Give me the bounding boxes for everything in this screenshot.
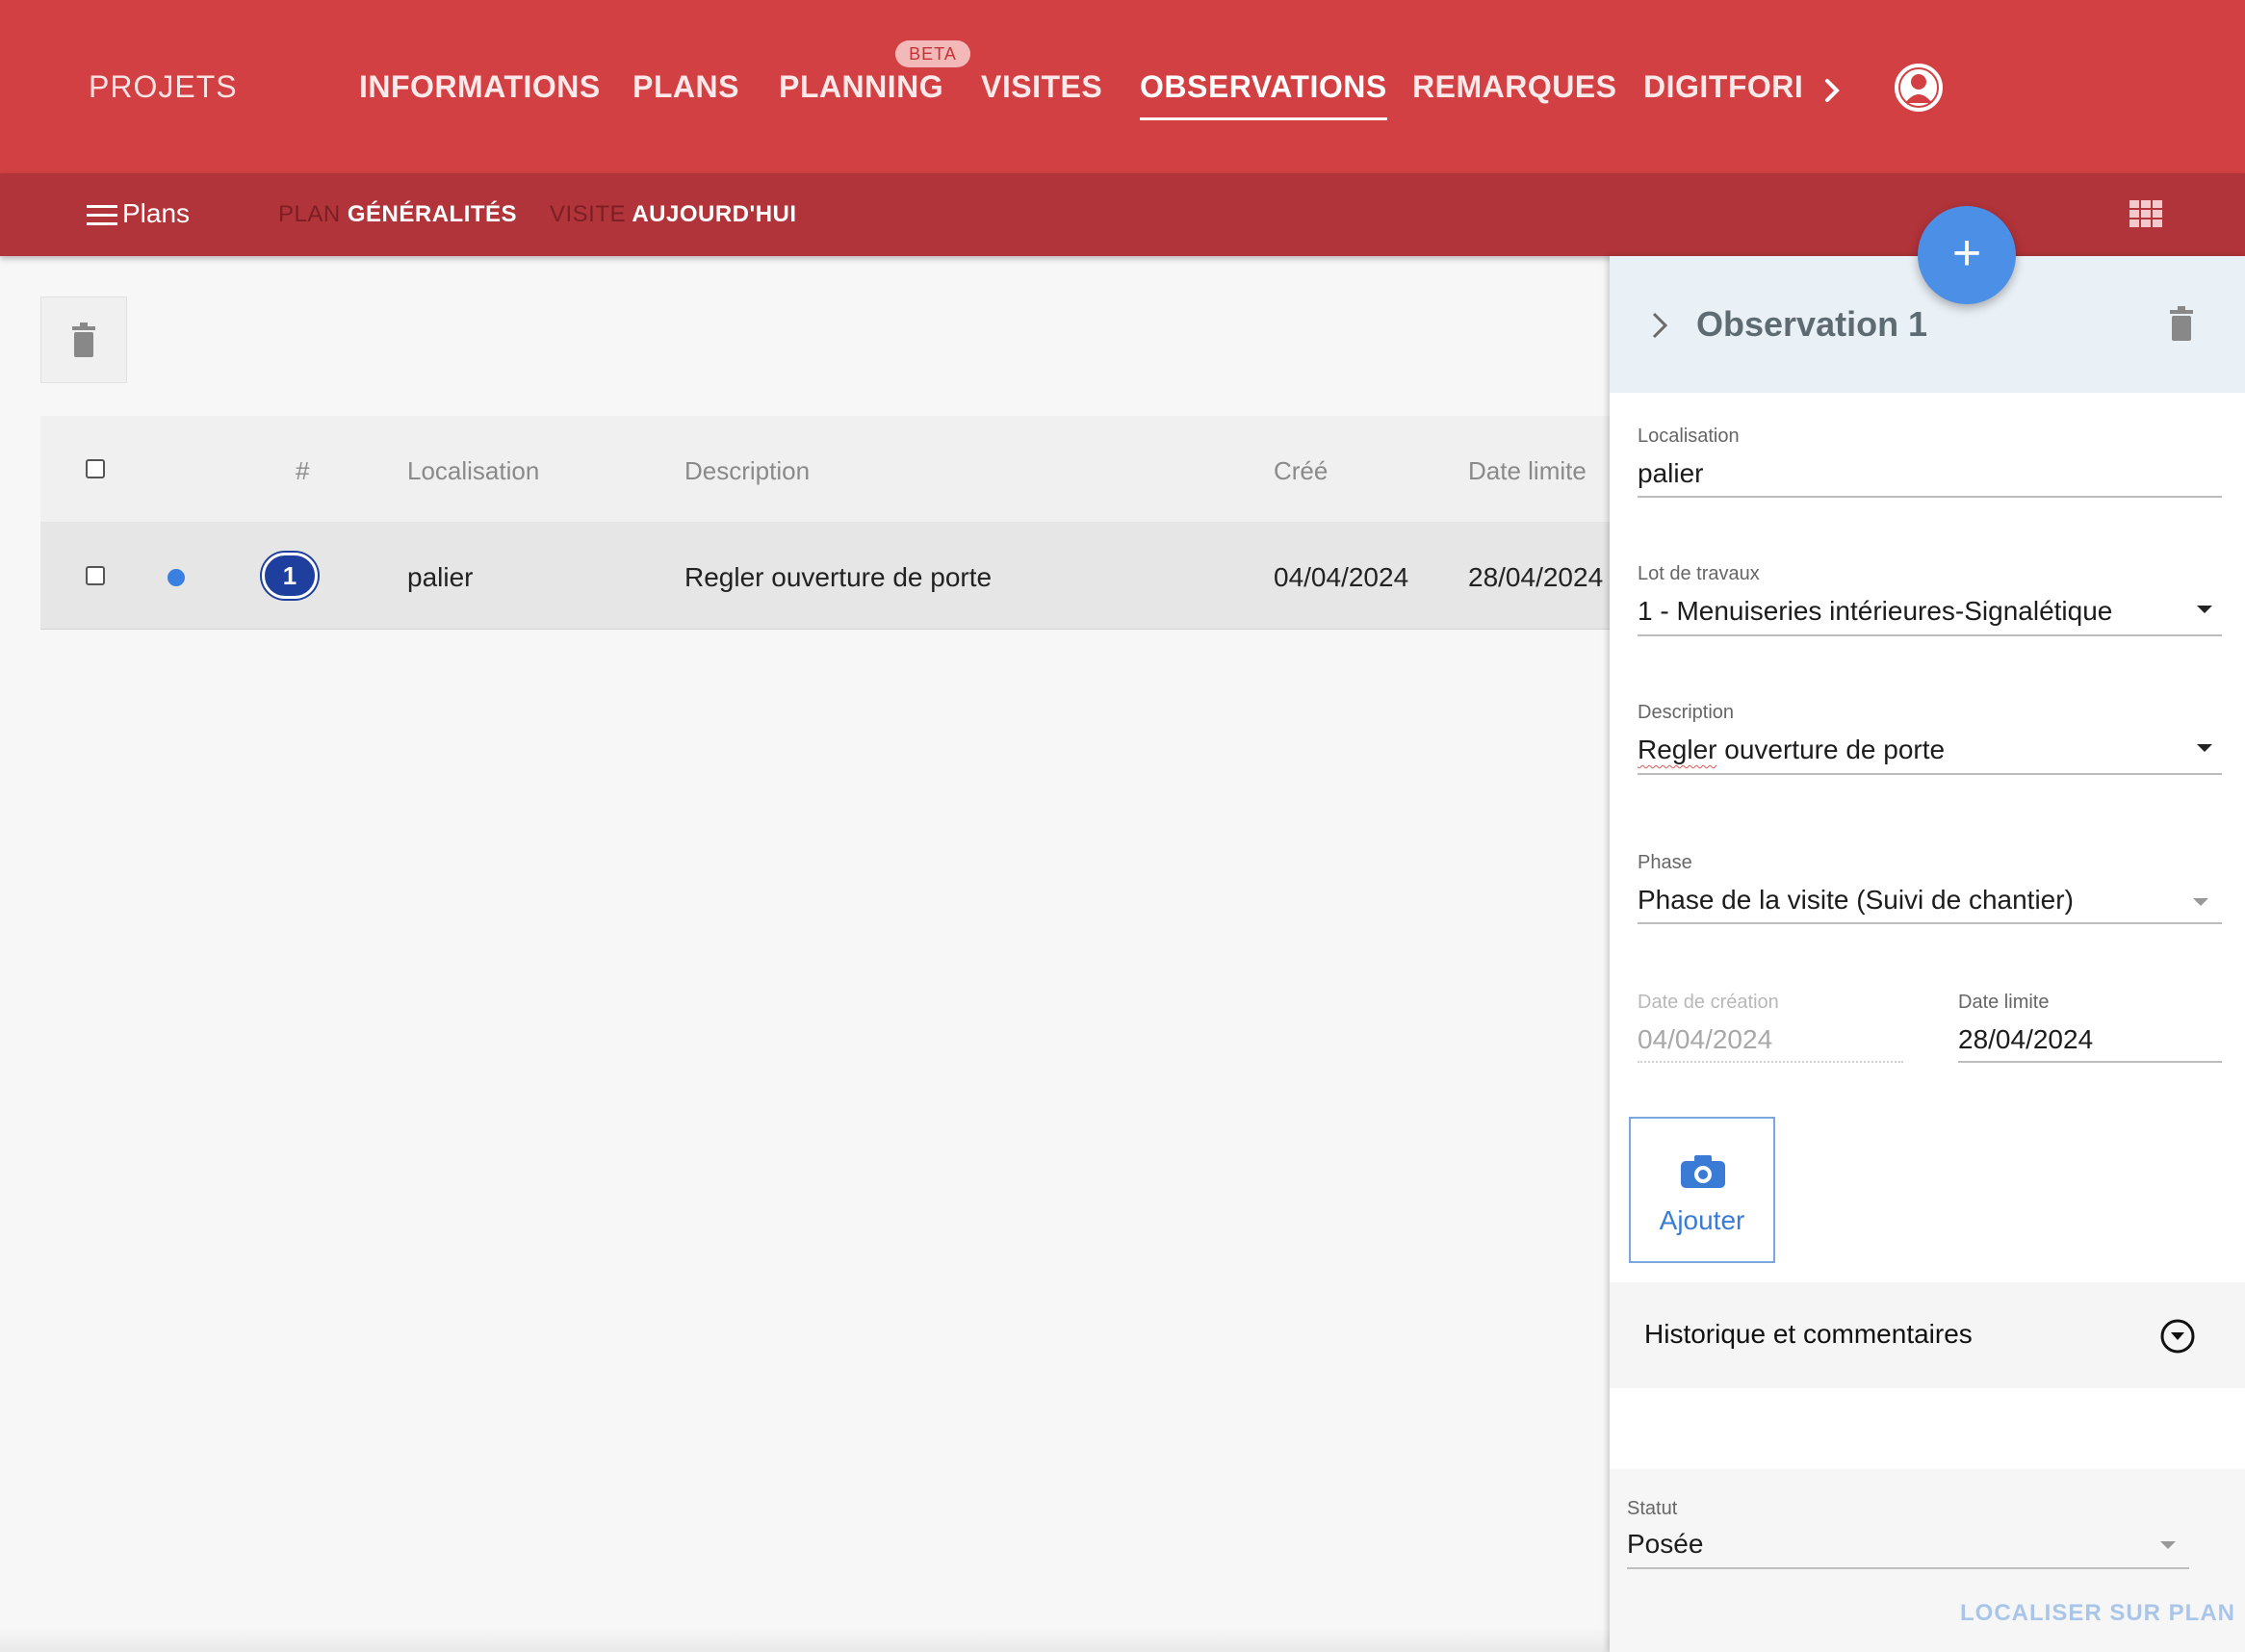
- tab-visites[interactable]: VISITES: [981, 69, 1102, 105]
- description-rest: ouverture de porte: [1716, 735, 1946, 764]
- plans-menu-label[interactable]: Plans: [122, 198, 190, 229]
- lot-label: Lot de travaux: [1638, 563, 1760, 584]
- cell-cree: 04/04/2024: [1274, 562, 1409, 592]
- observation-detail-panel: [1610, 256, 2245, 1652]
- lot-underline: [1638, 634, 2222, 636]
- plan-value: GÉNÉRALITÉS: [347, 201, 518, 227]
- description-word-misspelled: Regler: [1638, 735, 1717, 764]
- phase-dropdown-arrow-icon[interactable]: [2193, 898, 2208, 906]
- collapse-panel-chevron-icon[interactable]: [1648, 308, 1671, 343]
- delete-selected-button[interactable]: [40, 297, 127, 383]
- add-observation-button[interactable]: +: [1918, 206, 2016, 304]
- trash-icon: [72, 323, 95, 357]
- observation-number-badge: 1: [262, 553, 318, 599]
- phase-select[interactable]: Phase de la visite (Suivi de chantier): [1638, 885, 2074, 916]
- phase-underline: [1638, 922, 2222, 924]
- plan-selector[interactable]: PLAN GÉNÉRALITÉS: [278, 201, 517, 228]
- chevron-right-icon[interactable]: [1819, 71, 1846, 110]
- user-avatar-icon[interactable]: [1895, 64, 1943, 112]
- lot-select[interactable]: 1 - Menuiseries intérieures-Signalétique: [1638, 596, 2112, 627]
- tab-informations[interactable]: INFORMATIONS: [359, 69, 601, 105]
- visite-selector[interactable]: VISITE AUJOURD'HUI: [550, 201, 797, 228]
- history-label: Historique et commentaires: [1644, 1319, 1973, 1349]
- expand-circle-icon[interactable]: [2158, 1317, 2197, 1355]
- localisation-underline: [1638, 496, 2222, 498]
- bottom-shadow: [0, 1627, 1610, 1652]
- description-underline: [1638, 773, 2222, 775]
- statut-underline: [1627, 1567, 2189, 1569]
- statut-label: Statut: [1627, 1498, 1678, 1519]
- localiser-sur-plan-button[interactable]: LOCALISER SUR PLAN: [1960, 1600, 2235, 1627]
- panel-title: Observation 1: [1696, 304, 1928, 344]
- localisation-label: Localisation: [1638, 426, 1740, 447]
- beta-badge: BETA: [895, 40, 970, 67]
- cell-date-limite: 28/04/2024: [1468, 562, 1604, 592]
- statut-dropdown-arrow-icon[interactable]: [2160, 1541, 2176, 1549]
- row-checkbox[interactable]: [86, 566, 105, 585]
- tab-remarques[interactable]: REMARQUES: [1412, 69, 1617, 105]
- date-limite-input[interactable]: 28/04/2024: [1958, 1024, 2093, 1055]
- description-select[interactable]: Regler ouverture de porte: [1638, 735, 1945, 765]
- header-cree[interactable]: Créé: [1274, 456, 1328, 486]
- tab-plans[interactable]: PLANS: [632, 69, 739, 105]
- tab-digitfori[interactable]: DIGITFORI: [1643, 69, 1803, 105]
- add-photo-button[interactable]: Ajouter: [1629, 1117, 1775, 1263]
- header-number[interactable]: #: [296, 456, 309, 486]
- description-label: Description: [1638, 702, 1735, 723]
- date-creation-underline: [1638, 1061, 1903, 1063]
- header-date-limite[interactable]: Date limite: [1468, 456, 1587, 486]
- statut-select[interactable]: Posée: [1627, 1529, 1703, 1560]
- cell-localisation: palier: [407, 562, 474, 592]
- camera-icon: [1681, 1155, 1725, 1188]
- phase-label: Phase: [1638, 852, 1692, 873]
- description-dropdown-arrow-icon[interactable]: [2197, 744, 2212, 752]
- date-limite-label: Date limite: [1958, 992, 2050, 1013]
- visite-key: VISITE: [550, 201, 627, 227]
- header-localisation[interactable]: Localisation: [407, 456, 539, 486]
- select-all-checkbox[interactable]: [86, 459, 105, 478]
- lot-dropdown-arrow-icon[interactable]: [2197, 606, 2212, 613]
- tab-observations[interactable]: OBSERVATIONS: [1140, 69, 1387, 120]
- tab-planning[interactable]: PLANNING: [779, 69, 943, 105]
- plan-key: PLAN: [278, 201, 341, 227]
- brand-projets[interactable]: PROJETS: [89, 69, 238, 105]
- status-dot: [168, 569, 185, 586]
- visite-value: AUJOURD'HUI: [632, 201, 797, 227]
- header-description[interactable]: Description: [684, 456, 810, 486]
- delete-observation-icon[interactable]: [2168, 306, 2195, 341]
- date-creation-label: Date de création: [1638, 992, 1779, 1013]
- grid-view-icon[interactable]: [2129, 200, 2162, 227]
- date-limite-underline: [1958, 1061, 2222, 1063]
- add-photo-label: Ajouter: [1659, 1205, 1745, 1235]
- cell-description: Regler ouverture de porte: [684, 562, 993, 592]
- date-creation-input: 04/04/2024: [1638, 1024, 1773, 1054]
- hamburger-icon[interactable]: [87, 204, 117, 227]
- table-header: [40, 416, 1610, 522]
- localisation-input[interactable]: palier: [1638, 458, 1703, 489]
